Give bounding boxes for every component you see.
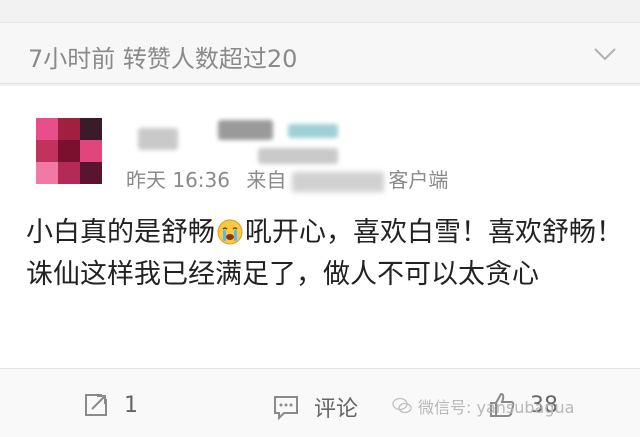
avatar[interactable] <box>36 118 102 184</box>
chevron-down-icon[interactable] <box>592 41 618 67</box>
post-time: 昨天 16:36 <box>126 168 230 192</box>
repost-icon <box>85 394 107 416</box>
post-text: 小白真的是舒畅 吼开心，喜欢白雪！喜欢舒畅！诛仙这样我已经满足了，做人不可以太贪… <box>26 212 626 296</box>
comment-icon <box>274 396 298 421</box>
username-blurred[interactable] <box>138 118 348 164</box>
top-strip <box>0 0 640 22</box>
post-source-suffix: 客户端 <box>388 168 449 192</box>
crying-emoji-icon <box>217 219 243 245</box>
repost-count: 1 <box>124 392 138 418</box>
post-meta: 昨天 16:36 来自 客户端 <box>126 164 448 193</box>
source-blurred <box>292 171 385 192</box>
repost-button[interactable]: 1 <box>82 391 138 419</box>
post-header-bar: 7小时前 转赞人数超过20 <box>0 22 640 84</box>
post-text-part1: 小白真的是舒畅 <box>26 217 215 248</box>
comment-label: 评论 <box>314 397 359 422</box>
post-source-prefix: 来自 <box>246 168 287 192</box>
wechat-watermark: 微信号: yansubagua <box>392 394 574 418</box>
wechat-icon <box>392 397 412 414</box>
comment-button[interactable]: 评论 <box>272 391 358 423</box>
header-text: 7小时前 转赞人数超过20 <box>28 45 298 73</box>
watermark-text: 微信号: yansubagua <box>418 398 575 417</box>
